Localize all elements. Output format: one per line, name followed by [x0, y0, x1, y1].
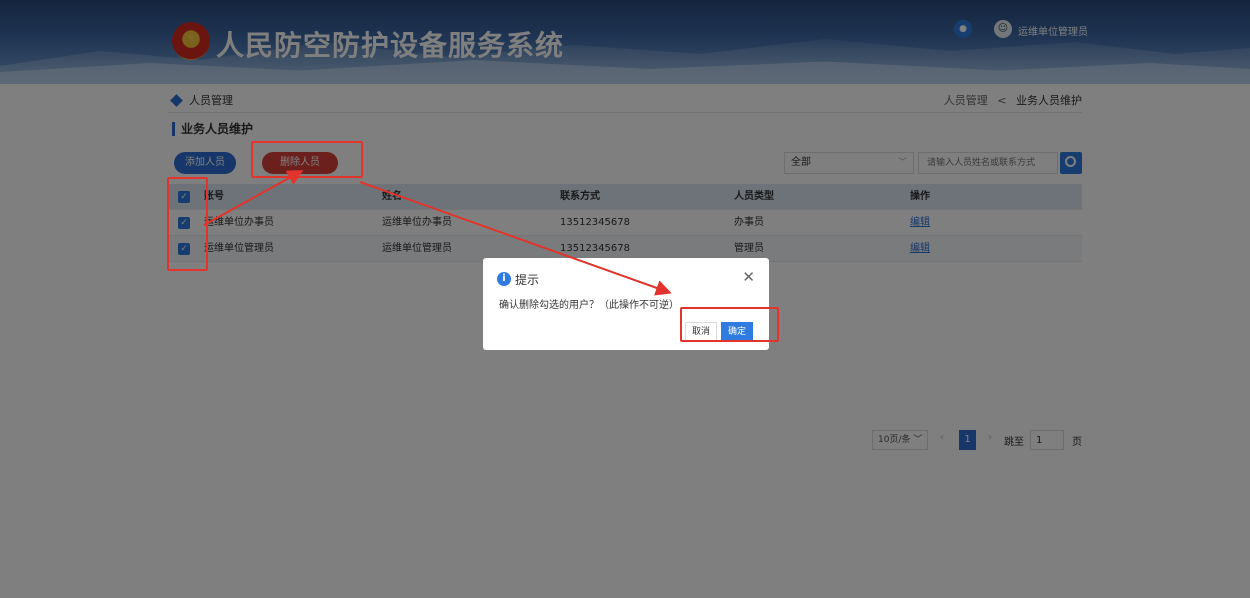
dialog-message: 确认删除勾选的用户？（此操作不可逆）: [499, 300, 679, 311]
annotation-box-checkboxes: [167, 177, 208, 271]
dialog-title: 提示: [515, 273, 540, 287]
info-icon: i: [497, 272, 511, 286]
annotation-box-delete: [251, 141, 363, 178]
close-icon[interactable]: ✕: [742, 268, 755, 286]
annotation-box-dialog-buttons: [680, 307, 779, 342]
